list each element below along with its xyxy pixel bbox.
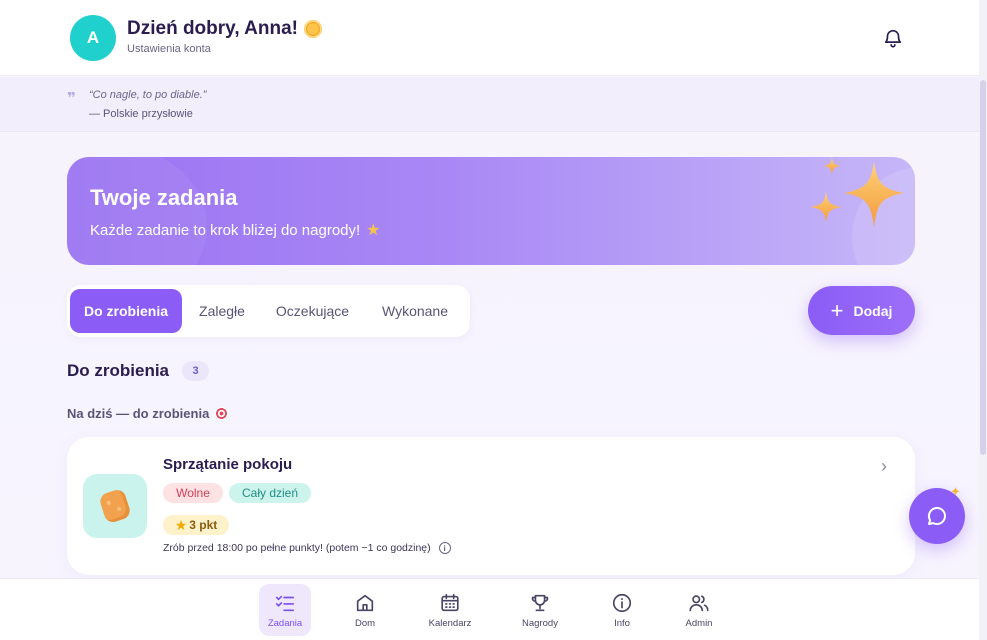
task-thumbnail — [83, 474, 147, 538]
app-page: A Dzień dobry, Anna! Ustawienia konta ❞ … — [0, 0, 979, 640]
bottom-nav: Zadania Dom Kalendarz Nagrody Info Admin — [0, 578, 979, 640]
tab-pending[interactable]: Oczekujące — [265, 289, 360, 333]
greeting-text: Dzień dobry, Anna! — [127, 18, 298, 39]
points-text: 3 pkt — [189, 518, 218, 532]
tab-done[interactable]: Wykonane — [369, 289, 461, 333]
nav-item-calendar[interactable]: Kalendarz — [424, 584, 476, 636]
users-icon — [689, 594, 709, 611]
info-icon[interactable]: i — [438, 542, 451, 554]
section-title: Do zrobienia — [67, 361, 170, 380]
nav-label: Dom — [354, 617, 376, 629]
target-icon — [215, 407, 229, 420]
nav-item-admin[interactable]: Admin — [673, 584, 725, 636]
sparkle-icon: ✦ — [950, 484, 961, 499]
avatar[interactable]: A — [70, 15, 116, 61]
info-icon — [612, 593, 632, 612]
quote-author: — Polskie przysłowie — [89, 108, 193, 120]
chevron-right-icon[interactable]: › — [881, 456, 887, 477]
plus-icon: + — [830, 297, 844, 323]
sparkles-icon — [810, 157, 904, 227]
nav-label: Zadania — [267, 617, 303, 629]
scrollbar[interactable] — [979, 0, 987, 640]
quote-text: “Co nagle, to po diable.” — [89, 89, 207, 101]
trophy-icon — [531, 594, 549, 611]
sun-icon — [304, 20, 322, 38]
chat-bubble-icon — [927, 506, 946, 525]
sponge-icon — [98, 487, 132, 525]
nav-label: Kalendarz — [428, 617, 472, 629]
task-note-text: Zrób przed 18:00 po pełne punkty! (potem… — [163, 542, 431, 554]
subheading-text: Na dziś — do zrobienia — [67, 406, 210, 421]
hero-banner: Twoje zadania Każde zadanie to krok bliż… — [67, 157, 915, 265]
task-title: Sprzątanie pokoju — [163, 456, 293, 473]
task-note: Zrób przed 18:00 po pełne punkty! (potem… — [163, 542, 451, 554]
hero-subtitle: Każde zadanie to krok bliżej do nagrody!… — [90, 220, 381, 240]
hero-subtitle-text: Każde zadanie to krok bliżej do nagrody! — [90, 221, 361, 239]
hero-title: Twoje zadania — [90, 185, 238, 210]
nav-item-info[interactable]: Info — [596, 584, 648, 636]
nav-item-home[interactable]: Dom — [339, 584, 391, 636]
calendar-icon — [441, 593, 459, 611]
hero-decoration — [67, 157, 207, 265]
star-icon: ★ — [366, 222, 381, 239]
tab-overdue[interactable]: Zaległe — [187, 289, 257, 333]
add-task-button[interactable]: + Dodaj — [808, 286, 915, 335]
scrollbar-thumb[interactable] — [980, 80, 986, 455]
points-chip: ★ 3 pkt — [163, 515, 229, 535]
task-tabs: Do zrobienia Zaległe Oczekujące Wykonane — [67, 285, 470, 337]
account-settings-link[interactable]: Ustawienia konta — [127, 43, 211, 55]
bell-icon[interactable] — [882, 26, 904, 50]
section-subheading: Na dziś — do zrobienia — [67, 406, 229, 421]
quote-icon: ❞ — [67, 90, 76, 107]
nav-label: Nagrody — [522, 617, 558, 629]
greeting: Dzień dobry, Anna! — [127, 18, 322, 40]
home-icon — [356, 594, 374, 611]
header: A Dzień dobry, Anna! Ustawienia konta — [0, 0, 979, 76]
nav-label: Info — [614, 617, 630, 629]
status-chip: Wolne — [163, 483, 223, 503]
nav-item-tasks[interactable]: Zadania — [259, 584, 311, 636]
count-badge: 3 — [182, 361, 209, 381]
tasks-icon — [275, 595, 295, 611]
star-icon: ★ — [174, 516, 188, 533]
nav-item-rewards[interactable]: Nagrody — [514, 584, 566, 636]
tab-todo[interactable]: Do zrobienia — [70, 289, 182, 333]
add-task-label: Dodaj — [853, 302, 893, 319]
task-card[interactable]: Sprzątanie pokoju › Wolne Cały dzień ★ 3… — [67, 437, 915, 575]
time-chip: Cały dzień — [229, 483, 311, 503]
nav-label: Admin — [685, 617, 713, 629]
quote-banner: ❞ “Co nagle, to po diable.” — Polskie pr… — [0, 77, 979, 132]
